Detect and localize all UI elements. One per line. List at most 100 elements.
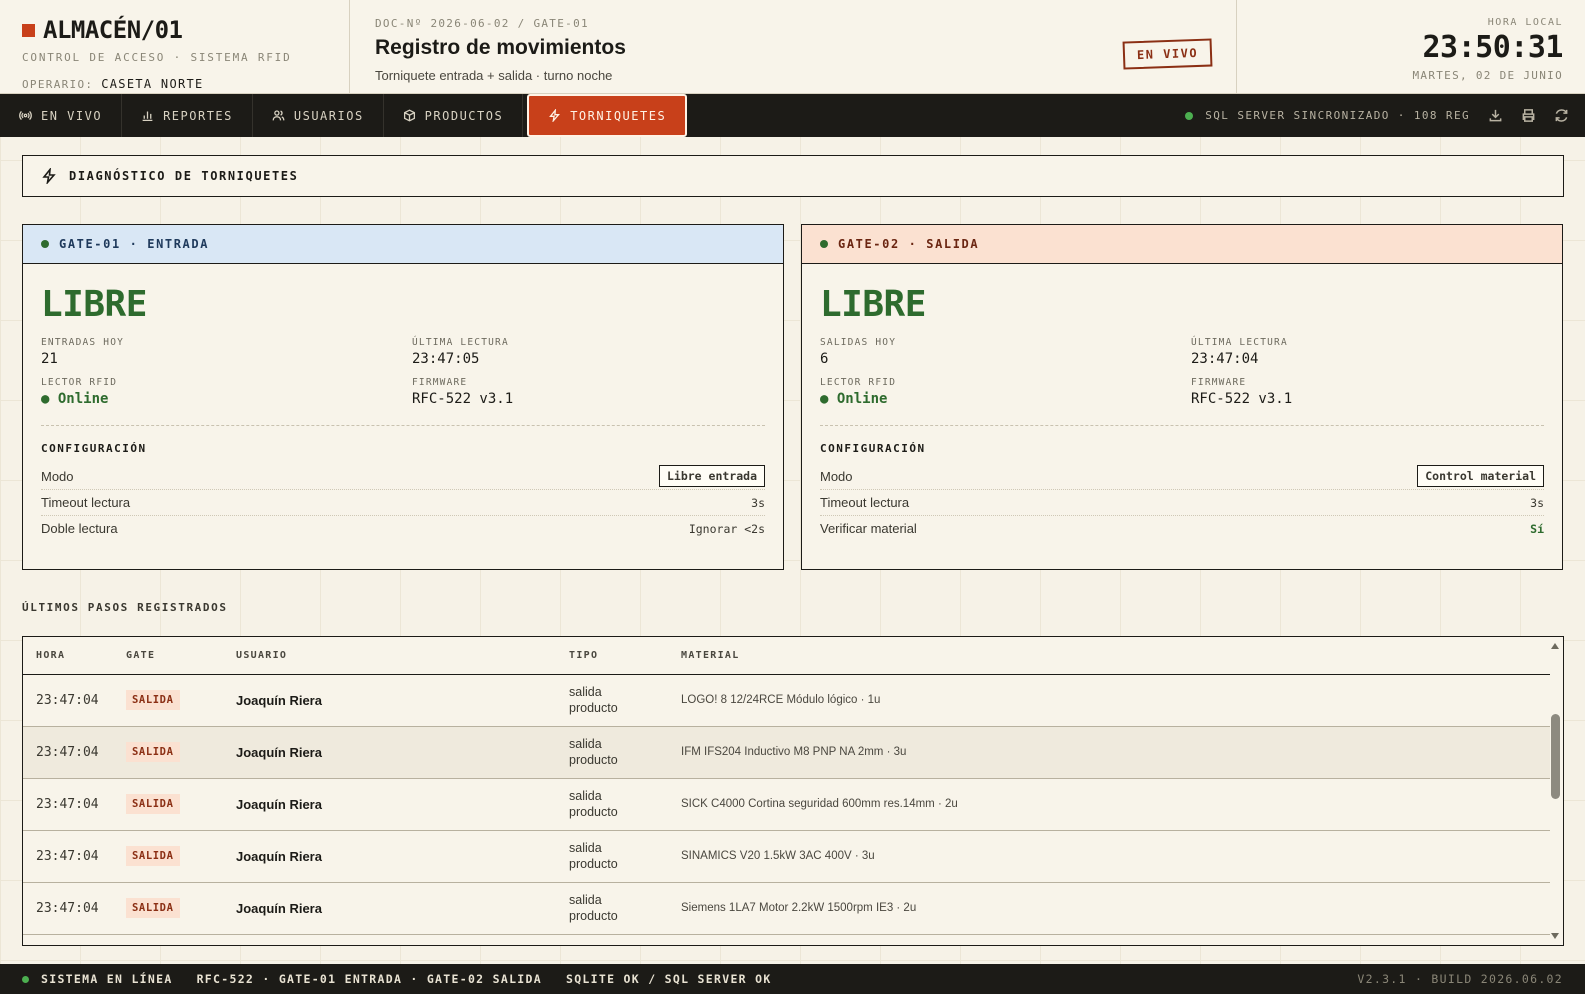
gate-title: GATE-02 · SALIDA bbox=[838, 237, 980, 251]
table-row[interactable]: 23:47:04 SALIDA Joaquín Riera salida prod… bbox=[23, 778, 1550, 831]
column-header[interactable]: USUARIO bbox=[223, 637, 556, 675]
gate-title: GATE-01 · ENTRADA bbox=[59, 237, 210, 251]
status-dot-icon bbox=[22, 975, 29, 983]
user-cell: Joaquín Riera bbox=[223, 830, 556, 883]
type-line: producto bbox=[569, 805, 618, 819]
scroll-down-icon[interactable] bbox=[1551, 933, 1559, 939]
brand-block: ALMACÉN/01 CONTROL DE ACCESO · SISTEMA R… bbox=[0, 0, 350, 93]
type-cell: salida producto bbox=[556, 726, 668, 779]
firmware-label: FIRMWARE bbox=[1191, 377, 1247, 388]
table-row[interactable]: 23:47:04 SALIDA Joaquín Riera salida prod… bbox=[23, 674, 1550, 727]
divider bbox=[41, 425, 765, 426]
type-cell: salida producto bbox=[556, 778, 668, 831]
status-dot-icon bbox=[41, 240, 49, 248]
config-value: 3s bbox=[751, 495, 765, 510]
printer-icon bbox=[1522, 109, 1535, 122]
user-cell: Joaquín Riera bbox=[223, 778, 556, 831]
tab-usuarios[interactable]: USUARIOS bbox=[253, 94, 384, 137]
scrollbar-thumb[interactable] bbox=[1551, 714, 1560, 799]
reader-label: LECTOR RFID bbox=[820, 377, 897, 388]
type-line: salida bbox=[569, 789, 602, 803]
scroll-up-icon[interactable] bbox=[1551, 643, 1559, 649]
gate-cell: SALIDA bbox=[113, 778, 223, 831]
gate-badge: SALIDA bbox=[126, 742, 180, 762]
type-line: salida bbox=[569, 685, 602, 699]
table-row[interactable]: 23:47:04 SALIDA Joaquín Riera salida prod… bbox=[23, 726, 1550, 779]
config-value: Sí bbox=[1530, 521, 1544, 536]
mode-value[interactable]: Control material bbox=[1417, 465, 1544, 487]
tab-productos[interactable]: PRODUCTOS bbox=[384, 94, 524, 137]
operator-value: CASETA NORTE bbox=[101, 77, 204, 91]
table-scrollbar[interactable] bbox=[1548, 637, 1563, 945]
time-cell: 23:47:04 bbox=[23, 726, 113, 779]
column-header[interactable]: TIPO bbox=[556, 637, 668, 675]
config-value: 3s bbox=[1530, 495, 1544, 510]
doc-number: DOC-Nº 2026-06-02 / GATE-01 bbox=[375, 17, 589, 30]
system-status: SISTEMA EN LÍNEA bbox=[22, 972, 173, 986]
mode-value[interactable]: Libre entrada bbox=[658, 465, 765, 487]
config-key: Verificar material bbox=[820, 521, 917, 536]
brand-subtitle: CONTROL DE ACCESO · SISTEMA RFID bbox=[22, 51, 292, 64]
table-row[interactable]: 23:47:04 SALIDA Joaquín Riera salida prod… bbox=[23, 882, 1550, 935]
gate-cell: SALIDA bbox=[113, 726, 223, 779]
print-button[interactable] bbox=[1521, 108, 1536, 123]
gate-status: LIBRE bbox=[820, 284, 926, 325]
config-row: Doble lectura Ignorar <2s bbox=[41, 515, 765, 541]
download-icon bbox=[1489, 109, 1502, 122]
table-header-row: HORA GATE USUARIO TIPO MATERIAL bbox=[23, 637, 1550, 675]
column-header[interactable]: HORA bbox=[23, 637, 113, 675]
material-cell: SINAMICS V20 1.5kW 3AC 400V · 3u bbox=[668, 830, 1550, 883]
main-nav: EN VIVO REPORTES USUARIOS PRODUCTOS TORN… bbox=[0, 94, 1585, 137]
type-line: salida bbox=[569, 737, 602, 751]
config-value: Ignorar <2s bbox=[688, 521, 765, 536]
refresh-button[interactable] bbox=[1554, 108, 1569, 123]
count-label: SALIDAS HOY bbox=[820, 337, 897, 348]
type-line: salida bbox=[569, 841, 602, 855]
tab-en-vivo[interactable]: EN VIVO bbox=[0, 94, 123, 137]
config-key: Modo bbox=[820, 468, 853, 484]
gate-card-header: GATE-02 · SALIDA bbox=[802, 225, 1562, 264]
version-info: V2.3.1 · BUILD 2026.06.02 bbox=[1357, 972, 1563, 986]
gate-card-salida: GATE-02 · SALIDA LIBRE SALIDAS HOY 6 ÚLT… bbox=[801, 224, 1563, 570]
brand-title: ALMACÉN/01 bbox=[43, 16, 183, 44]
config-row: Verificar material Sí bbox=[820, 515, 1544, 541]
column-header[interactable]: GATE bbox=[113, 637, 223, 675]
tab-reportes[interactable]: REPORTES bbox=[122, 94, 253, 137]
passes-table: HORA GATE USUARIO TIPO MATERIAL 23:47:04… bbox=[23, 637, 1550, 935]
type-line: salida bbox=[569, 893, 602, 907]
passes-table-container[interactable]: HORA GATE USUARIO TIPO MATERIAL 23:47:04… bbox=[22, 636, 1564, 946]
clock-label: HORA LOCAL bbox=[1487, 17, 1563, 28]
time-cell: 23:47:04 bbox=[23, 882, 113, 935]
live-stamp: EN VIVO bbox=[1122, 38, 1213, 70]
tab-torniquetes[interactable]: TORNIQUETES bbox=[527, 94, 688, 137]
time-cell: 23:47:04 bbox=[23, 778, 113, 831]
type-line: producto bbox=[569, 753, 618, 767]
config-row: Modo Control material bbox=[820, 463, 1544, 489]
refresh-icon bbox=[1555, 109, 1568, 122]
config-title: CONFIGURACIÓN bbox=[820, 442, 926, 455]
tab-label: TORNIQUETES bbox=[570, 108, 667, 123]
type-line: producto bbox=[569, 909, 618, 923]
gate-cell: SALIDA bbox=[113, 882, 223, 935]
gate-card-header: GATE-01 · ENTRADA bbox=[23, 225, 783, 264]
firmware-label: FIRMWARE bbox=[412, 377, 468, 388]
last-read-label: ÚLTIMA LECTURA bbox=[1191, 337, 1288, 348]
config-list: Modo Libre entrada Timeout lectura 3s Do… bbox=[41, 463, 765, 541]
config-key: Timeout lectura bbox=[41, 495, 131, 510]
download-button[interactable] bbox=[1488, 108, 1503, 123]
reader-label: LECTOR RFID bbox=[41, 377, 118, 388]
user-cell: Joaquín Riera bbox=[223, 726, 556, 779]
gate-cell: SALIDA bbox=[113, 674, 223, 727]
bar-chart-icon bbox=[142, 111, 153, 122]
diagnostic-header: DIAGNÓSTICO DE TORNIQUETES bbox=[22, 155, 1564, 197]
type-cell: salida producto bbox=[556, 830, 668, 883]
gate-cell: SALIDA bbox=[113, 830, 223, 883]
table-row[interactable]: 23:47:04 SALIDA Joaquín Riera salida prod… bbox=[23, 830, 1550, 883]
material-cell: SICK C4000 Cortina seguridad 600mm res.1… bbox=[668, 778, 1550, 831]
operator-label: OPERARIO: bbox=[22, 78, 94, 91]
tab-label: USUARIOS bbox=[293, 108, 364, 123]
document-block: DOC-Nº 2026-06-02 / GATE-01 Registro de … bbox=[350, 0, 1237, 93]
column-header[interactable]: MATERIAL bbox=[668, 637, 1550, 675]
sync-status-dot-icon bbox=[1185, 111, 1194, 120]
status-dot-icon bbox=[820, 240, 828, 248]
